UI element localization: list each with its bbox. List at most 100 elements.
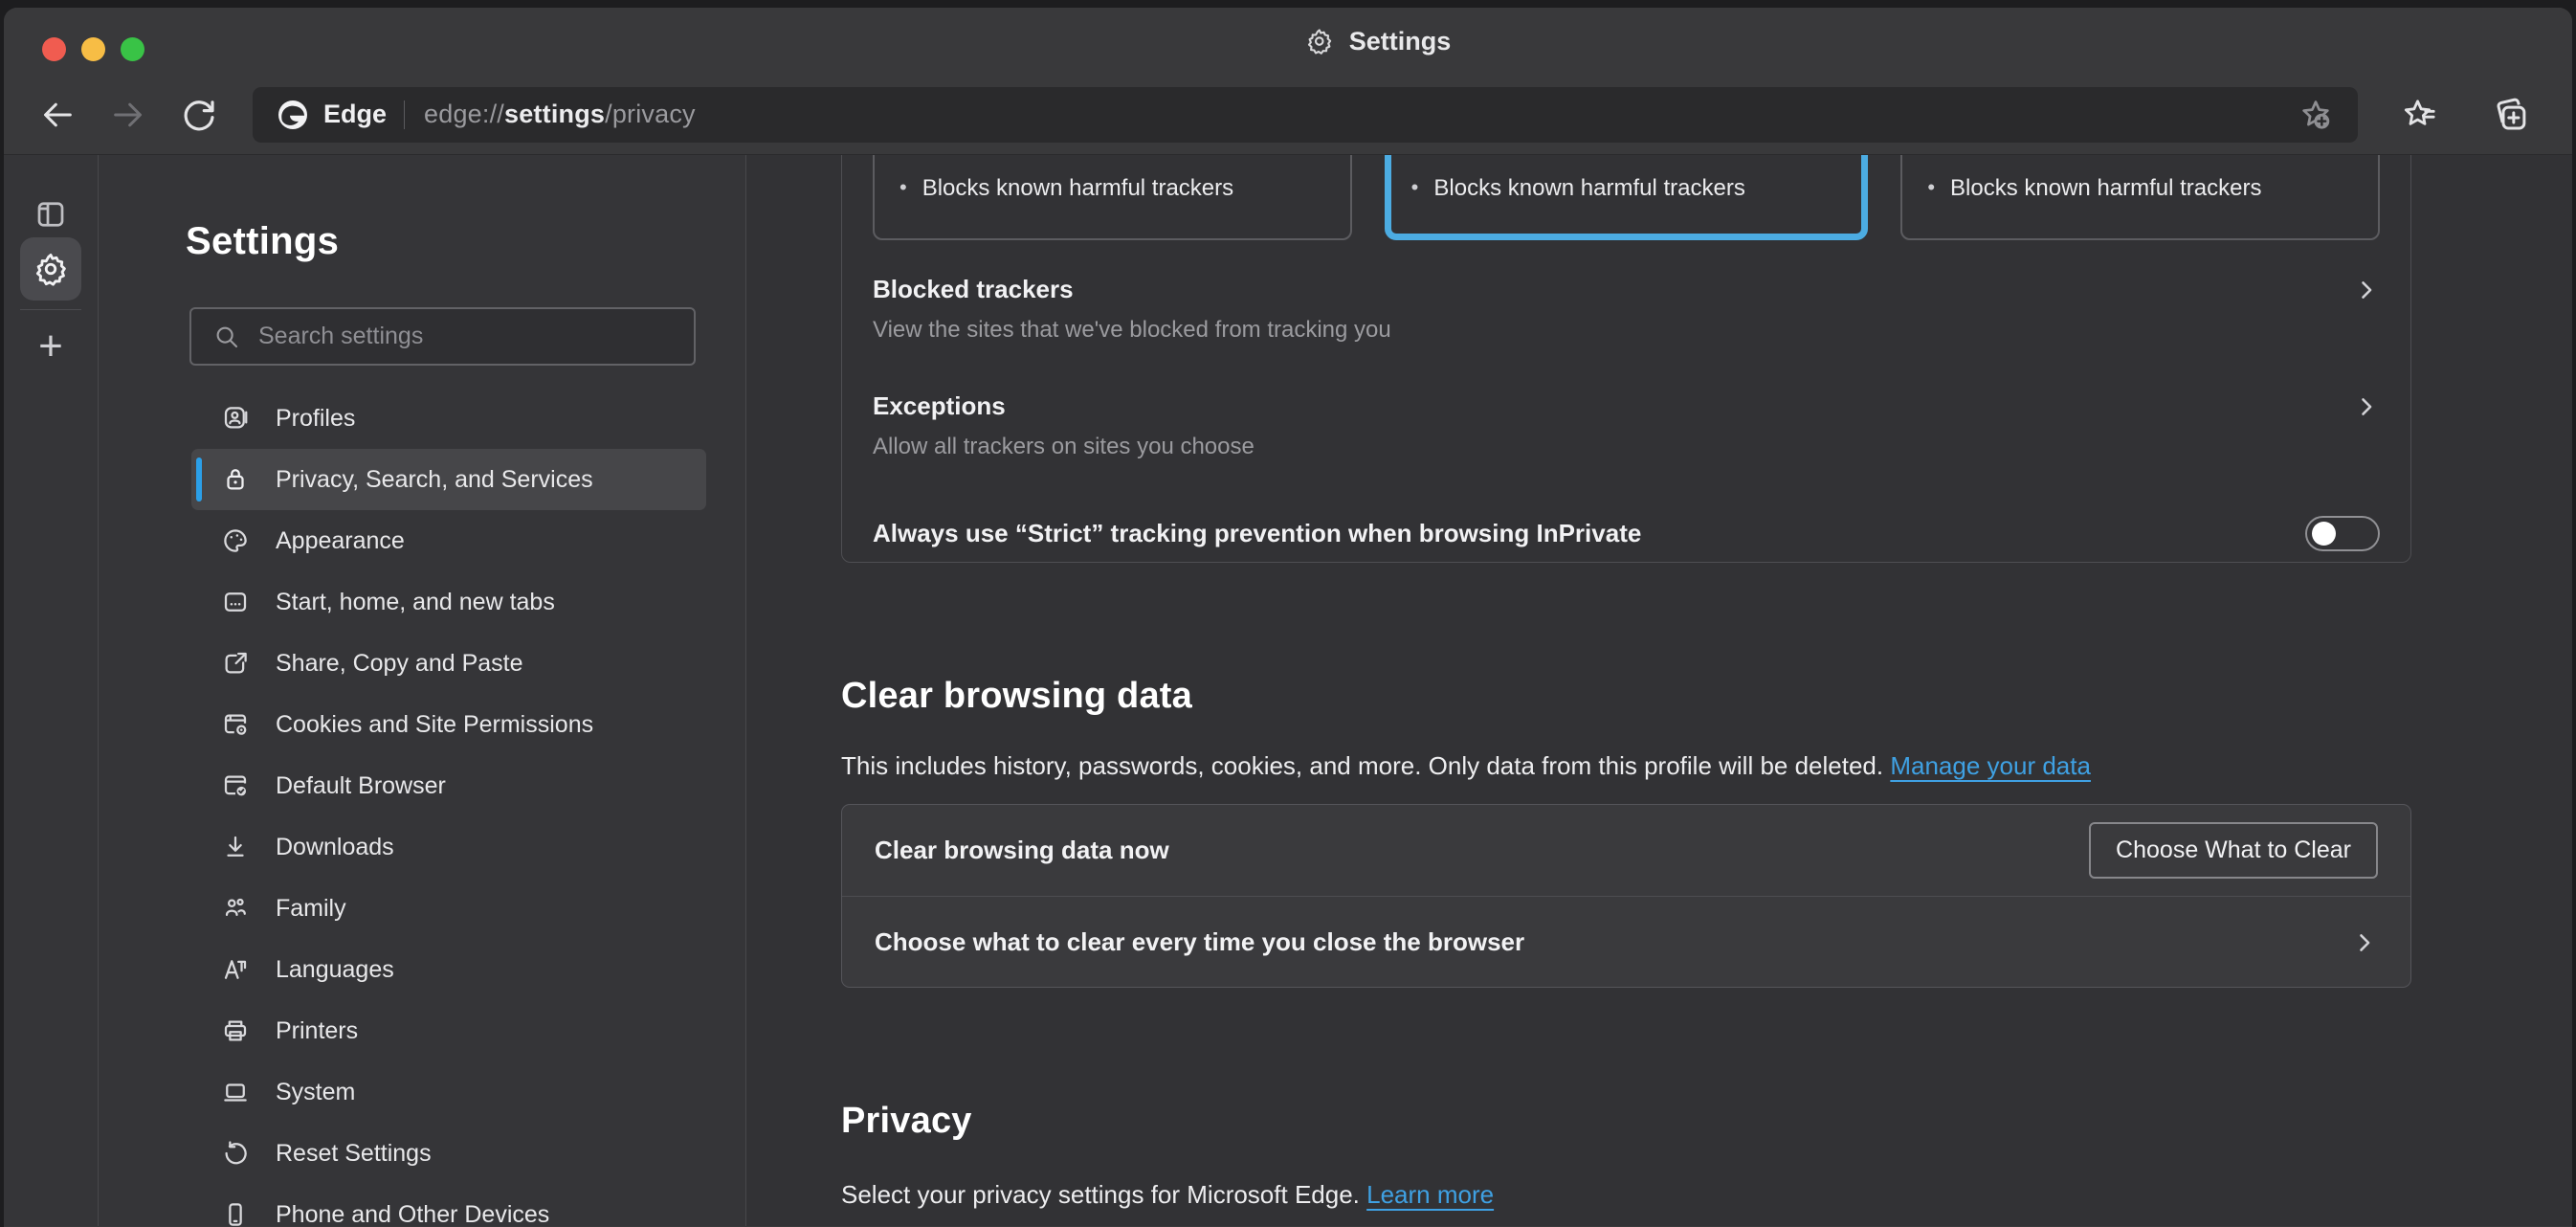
reload-icon <box>179 95 219 135</box>
manage-your-data-link[interactable]: Manage your data <box>1890 751 2091 780</box>
sidebar-item-label: Family <box>276 895 346 923</box>
chevron-right-icon <box>2353 393 2380 420</box>
address-bar[interactable]: Edge edge://settings/privacy <box>253 87 2358 143</box>
sidebar-item-label: Languages <box>276 956 394 984</box>
sidebar-item-start-home-newtabs[interactable]: Start, home, and new tabs <box>191 571 706 633</box>
sidebar-item-label: Default Browser <box>276 772 446 800</box>
sidebar-item-privacy[interactable]: Privacy, Search, and Services <box>191 449 706 510</box>
sidebar-item-phone-devices[interactable]: Phone and Other Devices <box>191 1184 706 1227</box>
minimize-window-button[interactable] <box>81 37 105 61</box>
forward-icon <box>109 96 147 134</box>
sidebar-item-profiles[interactable]: Profiles <box>191 388 706 449</box>
clear-now-label: Clear browsing data now <box>875 836 1169 865</box>
sidebar-item-label: Printers <box>276 1017 358 1045</box>
chevron-right-icon <box>2351 929 2378 956</box>
sidebar-item-reset-settings[interactable]: Reset Settings <box>191 1123 706 1184</box>
rail-divider <box>20 309 81 310</box>
toolbar: Edge edge://settings/privacy <box>4 75 2572 155</box>
languages-icon <box>221 955 250 984</box>
sidebar-item-label: Phone and Other Devices <box>276 1201 549 1227</box>
sidebar-item-label: System <box>276 1079 355 1106</box>
clear-browsing-data-description: This includes history, passwords, cookie… <box>841 751 2411 781</box>
browser-window: Settings Edge edge://settings/privacy <box>4 8 2572 1227</box>
sidebar-item-system[interactable]: System <box>191 1061 706 1123</box>
blocked-trackers-title: Blocked trackers <box>873 275 1074 304</box>
tracking-option-balanced-selected[interactable]: • Blocks known harmful trackers <box>1385 155 1869 240</box>
add-favorite-button[interactable] <box>2287 90 2344 140</box>
forward-button[interactable] <box>98 84 159 145</box>
blocked-trackers-subtitle: View the sites that we've blocked from t… <box>873 317 2380 344</box>
exceptions-subtitle: Allow all trackers on sites you choose <box>873 434 2380 460</box>
favorites-button[interactable] <box>2390 85 2450 145</box>
new-tab-plus-button[interactable]: + <box>4 323 98 369</box>
titlebar: Settings <box>4 8 2572 75</box>
settings-gear-icon <box>1305 27 1334 56</box>
tab-panel-button[interactable] <box>4 197 98 232</box>
sidebar-item-cookies-permissions[interactable]: Cookies and Site Permissions <box>191 694 706 755</box>
sidebar-item-label: Profiles <box>276 405 355 433</box>
exceptions-row[interactable]: Exceptions Allow all trackers on sites y… <box>873 391 2380 460</box>
profiles-icon <box>221 404 250 433</box>
active-accent-bar <box>196 457 202 502</box>
search-icon <box>212 323 241 351</box>
tracking-option-basic[interactable]: • Blocks known harmful trackers <box>873 155 1352 240</box>
default-browser-icon <box>221 771 250 800</box>
blocked-trackers-row[interactable]: Blocked trackers View the sites that we'… <box>873 275 2380 344</box>
close-window-button[interactable] <box>42 37 66 61</box>
back-button[interactable] <box>27 84 88 145</box>
collections-button[interactable] <box>2480 85 2540 145</box>
share-icon <box>221 649 250 678</box>
lock-icon <box>221 465 250 494</box>
sidebar-item-appearance[interactable]: Appearance <box>191 510 706 571</box>
exceptions-title: Exceptions <box>873 391 1006 421</box>
sidebar-item-label: Share, Copy and Paste <box>276 650 523 678</box>
reload-button[interactable] <box>168 84 230 145</box>
sidebar-item-default-browser[interactable]: Default Browser <box>191 755 706 816</box>
tab-title: Settings <box>1305 8 1452 75</box>
privacy-description: Select your privacy settings for Microso… <box>841 1180 2411 1210</box>
reset-icon <box>221 1139 250 1168</box>
chevron-right-icon <box>2353 277 2380 303</box>
sidebar-item-downloads[interactable]: Downloads <box>191 816 706 878</box>
url-separator <box>404 100 405 129</box>
learn-more-link[interactable]: Learn more <box>1366 1180 1494 1209</box>
tab-panel-icon <box>33 197 68 232</box>
sidebar-item-family[interactable]: Family <box>191 878 706 939</box>
favorites-icon <box>2401 96 2439 134</box>
strict-inprivate-toggle[interactable] <box>2305 516 2380 551</box>
sidebar-item-printers[interactable]: Printers <box>191 1000 706 1061</box>
clear-on-close-row[interactable]: Choose what to clear every time you clos… <box>842 897 2410 988</box>
clear-now-row: Clear browsing data now Choose What to C… <box>842 805 2410 896</box>
system-icon <box>221 1078 250 1106</box>
site-label: Edge <box>323 100 387 129</box>
sidebar-item-label: Cookies and Site Permissions <box>276 711 593 739</box>
bullet-dot: • <box>1411 175 1419 234</box>
search-box[interactable] <box>189 307 696 366</box>
tracking-option-text: Blocks known harmful trackers <box>1950 175 2261 238</box>
vertical-rail: + <box>4 155 99 1226</box>
sidebar-item-label: Start, home, and new tabs <box>276 589 555 616</box>
search-input[interactable] <box>258 323 622 350</box>
privacy-heading: Privacy <box>841 1101 2411 1142</box>
sidebar-nav: Profiles Privacy, Search, and Services <box>99 388 745 1227</box>
url-text: edge://settings/privacy <box>424 100 696 129</box>
tracking-prevention-card: • Blocks known harmful trackers • Blocks… <box>841 155 2411 563</box>
add-favorite-icon <box>2298 97 2334 133</box>
zoom-window-button[interactable] <box>121 37 144 61</box>
palette-icon <box>221 526 250 555</box>
download-icon <box>221 833 250 861</box>
strict-inprivate-row: Always use “Strict” tracking prevention … <box>873 516 2380 551</box>
new-tab-page-icon <box>221 588 250 616</box>
sidebar-item-languages[interactable]: Languages <box>191 939 706 1000</box>
back-icon <box>38 96 77 134</box>
rail-settings-button[interactable] <box>20 237 81 301</box>
bullet-dot: • <box>899 175 907 238</box>
toggle-knob <box>2312 522 2336 546</box>
sidebar-item-label: Appearance <box>276 527 405 555</box>
tracking-option-text: Blocks known harmful trackers <box>922 175 1233 238</box>
sidebar-item-label: Privacy, Search, and Services <box>276 466 593 494</box>
tracking-option-strict[interactable]: • Blocks known harmful trackers <box>1900 155 2380 240</box>
sidebar-item-share-copy-paste[interactable]: Share, Copy and Paste <box>191 633 706 694</box>
choose-what-to-clear-button[interactable]: Choose What to Clear <box>2089 822 2378 879</box>
sidebar-title: Settings <box>186 220 745 263</box>
